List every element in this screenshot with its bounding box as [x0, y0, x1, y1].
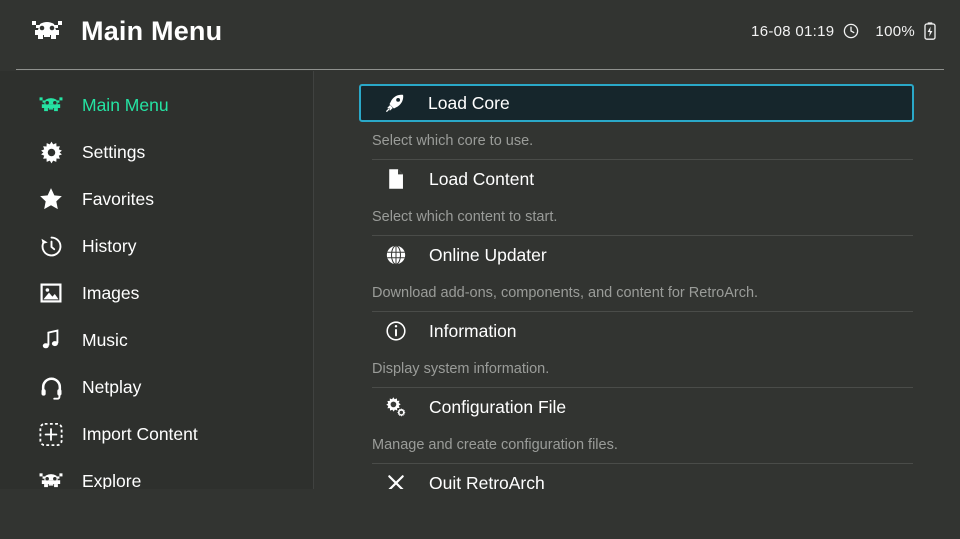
sidebar-item-label: Main Menu: [82, 94, 169, 115]
menu-entry-label: Load Content: [429, 168, 535, 189]
sidebar-item-import-content[interactable]: Import Content: [0, 411, 313, 458]
sidebar-item-label: Import Content: [82, 423, 198, 444]
sidebar-item-label: History: [82, 235, 137, 256]
retroarch-menu-window: Main Menu 16-08 01:19 100% Main Menu Set…: [0, 0, 960, 539]
header-title-group: Main Menu: [30, 14, 222, 48]
sidebar: Main Menu Settings Favorites History Ima…: [0, 71, 313, 489]
sidebar-item-settings[interactable]: Settings: [0, 129, 313, 176]
sidebar-item-images[interactable]: Images: [0, 270, 313, 317]
menu-entry-sublabel: Manage and create configuration files.: [372, 436, 618, 453]
sidebar-item-netplay[interactable]: Netplay: [0, 364, 313, 411]
menu-entry-label: Load Core: [428, 92, 510, 113]
header-divider: [16, 69, 944, 70]
footer-bar: 1.10.3 - No Core Search: [0, 489, 960, 539]
clock-icon: [843, 23, 859, 39]
image-icon: [38, 280, 64, 306]
sidebar-item-label: Settings: [82, 141, 146, 162]
sidebar-item-label: Favorites: [82, 188, 154, 209]
menu-entry-online-updater[interactable]: Online Updater: [360, 236, 913, 274]
menu-entry-sublabel: Display system information.: [372, 360, 550, 377]
retroarch-invader-icon: [38, 92, 64, 118]
sidebar-item-label: Music: [82, 329, 128, 350]
menu-entry-label: Information: [429, 320, 517, 341]
main-content-list: Load Core Select which core to use. Load…: [314, 71, 960, 489]
gear-icon: [38, 139, 64, 165]
menu-entry-sublabel: Select which content to start.: [372, 208, 558, 225]
sidebar-item-favorites[interactable]: Favorites: [0, 176, 313, 223]
menu-entry-label: Configuration File: [429, 396, 567, 417]
rocket-icon: [384, 92, 406, 114]
battery-level-text: 100%: [875, 22, 915, 40]
menu-entry-configuration-file[interactable]: Configuration File: [360, 388, 913, 426]
star-icon: [38, 186, 64, 212]
menu-entry-label: Quit RetroArch: [429, 472, 545, 490]
history-clock-icon: [38, 233, 64, 259]
header-status-group: 16-08 01:19 100%: [751, 22, 936, 40]
globe-icon: [385, 244, 407, 266]
menu-entry-label: Online Updater: [429, 244, 547, 265]
music-note-icon: [38, 327, 64, 353]
gears-icon: [385, 396, 407, 418]
close-x-icon: [385, 472, 407, 489]
sidebar-item-label: Netplay: [82, 376, 142, 397]
menu-entry-sublabel: Download add-ons, components, and conten…: [372, 284, 759, 301]
sidebar-item-main-menu[interactable]: Main Menu: [0, 82, 313, 129]
sidebar-item-label: Explore: [82, 470, 142, 489]
sidebar-item-explore[interactable]: Explore: [0, 458, 313, 489]
menu-entry-quit-retroarch[interactable]: Quit RetroArch: [360, 464, 913, 489]
plus-box-icon: [38, 421, 64, 447]
info-circle-icon: [385, 320, 407, 342]
sidebar-item-music[interactable]: Music: [0, 317, 313, 364]
menu-entry-load-core[interactable]: Load Core: [359, 84, 914, 122]
page-title: Main Menu: [81, 16, 223, 46]
header-bar: Main Menu 16-08 01:19 100%: [0, 0, 960, 71]
menu-entry-information[interactable]: Information: [360, 312, 913, 350]
clock-text: 16-08 01:19: [751, 22, 835, 40]
retroarch-invader-icon: [38, 468, 64, 489]
file-icon: [385, 168, 407, 190]
sidebar-item-label: Images: [82, 282, 140, 303]
retroarch-invader-icon: [30, 18, 64, 44]
headset-icon: [38, 374, 64, 400]
sidebar-item-history[interactable]: History: [0, 223, 313, 270]
menu-entry-load-content[interactable]: Load Content: [360, 160, 913, 198]
menu-entry-sublabel: Select which core to use.: [372, 132, 534, 149]
battery-charging-icon: [924, 22, 936, 40]
